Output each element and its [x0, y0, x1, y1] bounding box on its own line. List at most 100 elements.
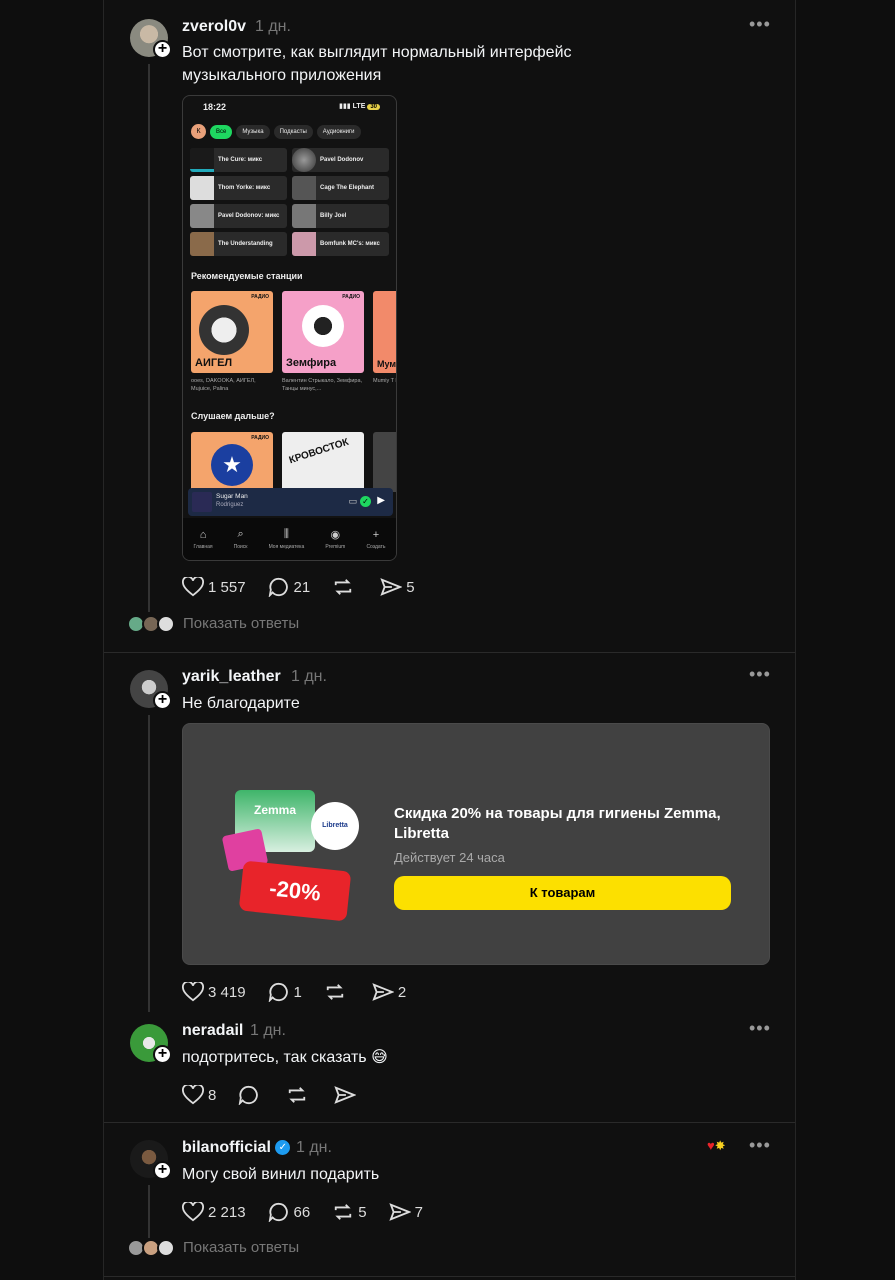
- like-button[interactable]: 3 419: [182, 982, 246, 1002]
- shortcut-tile: Billy Joel: [292, 204, 389, 228]
- shortcut-grid: The Cure: микс Pavel Dodonov Thom Yorke:…: [190, 148, 390, 256]
- post-actions: 1 557 21 5: [182, 575, 437, 599]
- nav-home: ⌂ Главная: [193, 528, 213, 550]
- play-icon: ▶: [377, 495, 385, 506]
- continue-card: ★ РАДИО: [191, 432, 273, 492]
- thread-line: [148, 64, 150, 612]
- timestamp: 1 дн.: [255, 18, 291, 35]
- repost-icon: [289, 1087, 306, 1103]
- heart-icon: [182, 982, 204, 1002]
- battery-icon: 30: [367, 104, 380, 110]
- repost-icon: [326, 984, 344, 1000]
- reply-avatar: [157, 1239, 175, 1257]
- more-options-icon[interactable]: •••: [749, 1135, 771, 1156]
- device-icon: ▭: [348, 496, 357, 506]
- continue-row: ★ РАДИО КРОВОСТОК: [191, 432, 396, 492]
- cover-art: [192, 492, 212, 512]
- station-card: РАДИО АИГЕЛ ooes, DAKOOKA, АИГЕЛ, Mujuic…: [191, 291, 273, 393]
- network-label: LTE: [352, 103, 366, 110]
- repost-button[interactable]: [324, 982, 350, 1002]
- like-button[interactable]: 8: [182, 1085, 216, 1105]
- continue-card: [373, 432, 396, 492]
- reply-button[interactable]: [238, 1085, 264, 1105]
- premium-icon: ◉: [330, 529, 341, 541]
- more-options-icon[interactable]: •••: [749, 664, 771, 685]
- timestamp: 1 дн.: [250, 1022, 286, 1039]
- repost-icon: [335, 1204, 352, 1220]
- post-text: Не благодарите: [182, 695, 300, 712]
- section-title-continue: Слушаем дальше?: [191, 411, 275, 421]
- chip-music: Музыка: [236, 124, 270, 139]
- verified-badge-icon: ✓: [275, 1140, 291, 1156]
- share-button[interactable]: 7: [388, 1202, 423, 1222]
- mini-player: Sugar Man Rodriguez ▭ ✓ ▶: [188, 488, 393, 516]
- heart-icon: [182, 1202, 204, 1222]
- shortcut-tile: Pavel Dodonov: микс: [190, 204, 287, 228]
- station-card: РАДИО Земфира Валентин Стрыкало, Земфира…: [282, 291, 364, 393]
- repost-button[interactable]: [332, 577, 358, 597]
- brand-badge: Libretta: [311, 802, 359, 850]
- chip-podcasts: Подкасты: [273, 124, 313, 139]
- more-options-icon[interactable]: •••: [749, 1018, 771, 1039]
- share-button[interactable]: 2: [372, 982, 406, 1002]
- comment-icon: [239, 1085, 259, 1105]
- like-button[interactable]: 1 557: [182, 577, 246, 597]
- player-title: Sugar Man: [216, 493, 248, 500]
- username[interactable]: bilanofficial ✓: [182, 1139, 291, 1157]
- ad-card[interactable]: Zemma Libretta -20% Скидка 20% на товары…: [182, 723, 770, 965]
- chip-all: Все: [210, 124, 233, 139]
- nav-premium: ◉ Premium: [325, 529, 346, 550]
- username[interactable]: neradail: [182, 1022, 243, 1040]
- post-actions: 3 419 1 2: [182, 980, 428, 1004]
- signal-icon: ▮▮▮: [339, 103, 351, 110]
- follow-plus-icon[interactable]: +: [153, 1045, 172, 1064]
- library-icon: ⫼: [283, 528, 289, 540]
- status-right: ▮▮▮ LTE 30: [339, 102, 380, 110]
- follow-plus-icon[interactable]: +: [153, 40, 172, 59]
- stations-row: РАДИО АИГЕЛ ooes, DAKOOKA, АИГЕЛ, Mujuic…: [191, 291, 396, 393]
- repost-button[interactable]: [286, 1085, 312, 1105]
- repost-button[interactable]: 5: [332, 1202, 367, 1222]
- username[interactable]: yarik_leather: [182, 668, 281, 686]
- thread-line: [148, 1185, 150, 1238]
- saved-check-icon: ✓: [360, 496, 371, 507]
- continue-card: КРОВОСТОК: [282, 432, 364, 492]
- home-icon: ⌂: [199, 528, 207, 541]
- follow-plus-icon[interactable]: +: [153, 691, 172, 710]
- section-title-stations: Рекомендуемые станции: [191, 271, 303, 281]
- comment-icon: [268, 982, 288, 1002]
- nav-create: + Создать: [366, 528, 386, 550]
- reply-button[interactable]: 1: [268, 982, 302, 1002]
- reply-button[interactable]: 66: [268, 1202, 310, 1222]
- profile-avatar: К: [191, 124, 206, 139]
- create-icon: +: [372, 528, 380, 541]
- station-card: Мумий Mumiy T Nochny: [373, 291, 396, 393]
- status-time: 18:22: [203, 102, 227, 112]
- send-icon: [334, 1086, 357, 1104]
- show-replies-link[interactable]: Показать ответы: [183, 1239, 299, 1256]
- post-text: Вот смотрите, как выглядит нормальный ин…: [182, 44, 572, 84]
- username[interactable]: zverol0v: [182, 18, 246, 36]
- like-button[interactable]: 2 213: [182, 1202, 246, 1222]
- share-button[interactable]: [334, 1085, 360, 1105]
- divider: [104, 1122, 795, 1123]
- more-options-icon[interactable]: •••: [749, 14, 771, 35]
- ad-title: Скидка 20% на товары для гигиены Zemma, …: [394, 805, 721, 842]
- shortcut-tile: The Understanding: [190, 232, 287, 256]
- timestamp: 1 дн.: [296, 1139, 332, 1156]
- send-icon: [388, 1203, 411, 1221]
- reply-button[interactable]: 21: [268, 577, 310, 597]
- ad-subtitle: Действует 24 часа: [394, 850, 505, 865]
- send-icon: [372, 983, 394, 1001]
- show-replies-link[interactable]: Показать ответы: [183, 615, 299, 632]
- shortcut-tile: Pavel Dodonov: [292, 148, 389, 172]
- share-button[interactable]: 5: [380, 577, 415, 597]
- follow-plus-icon[interactable]: +: [153, 1161, 172, 1180]
- attached-screenshot[interactable]: 18:22 ▮▮▮ LTE 30 К Все Музыка Подкасты А…: [182, 95, 397, 561]
- timestamp: 1 дн.: [291, 668, 327, 685]
- feed: + zverol0v 1 дн. ••• Вот смотрите, как в…: [103, 0, 796, 1280]
- heart-icon: [182, 577, 204, 597]
- shortcut-tile: Bomfunk MC's: микс: [292, 232, 389, 256]
- to-products-button[interactable]: К товарам: [394, 876, 731, 910]
- reply-avatar: [157, 615, 175, 633]
